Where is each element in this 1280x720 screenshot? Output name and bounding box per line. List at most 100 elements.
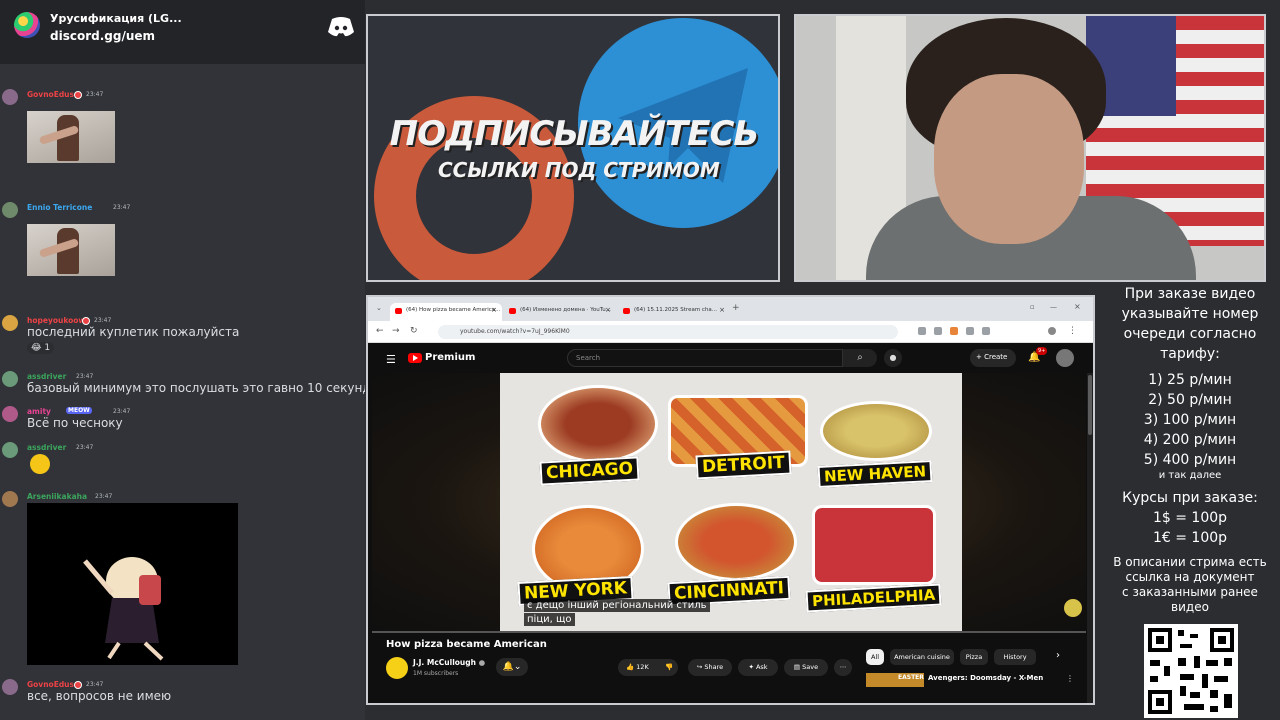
browser-tab[interactable]: (64) How pizza became America... × — [390, 303, 502, 321]
stream-layout: Урусификация (LG... discord.gg/uem Govno… — [0, 0, 1280, 720]
message-text: последний куплетик пожалуйста — [27, 325, 240, 339]
share-button[interactable]: ↪ Share — [688, 659, 732, 676]
filter-chip[interactable]: History — [994, 649, 1036, 665]
scrollbar-thumb[interactable] — [1088, 375, 1092, 435]
chat-message[interactable]: assdriver 23:47 — [0, 442, 365, 478]
tab-list-icon[interactable]: ⌄ — [376, 304, 382, 312]
ask-button[interactable]: ✦ Ask — [738, 659, 778, 676]
timestamp: 23:47 — [94, 317, 112, 324]
close-window-icon[interactable]: × — [1074, 302, 1081, 311]
recommended-title[interactable]: Avengers: Doomsday - X-Men — [928, 674, 1043, 682]
extension-icon[interactable] — [934, 327, 942, 335]
user-avatar[interactable] — [2, 406, 18, 422]
timestamp: 23:47 — [113, 408, 131, 415]
youtube-brand[interactable]: Premium — [425, 352, 475, 363]
extension-icon[interactable] — [966, 327, 974, 335]
profile-icon[interactable] — [1048, 327, 1056, 335]
close-tab-icon[interactable]: × — [605, 306, 611, 314]
notification-count: 9+ — [1036, 347, 1048, 355]
username[interactable]: GovnoEdus — [27, 680, 74, 689]
extension-icon[interactable] — [950, 327, 958, 335]
user-avatar[interactable] — [2, 491, 18, 507]
attached-video-thumbnail[interactable] — [27, 111, 115, 163]
user-avatar[interactable] — [2, 442, 18, 458]
close-tab-icon[interactable]: × — [491, 306, 497, 314]
qr-code-icon — [1144, 624, 1238, 718]
channel-avatar[interactable] — [386, 657, 408, 679]
channel-name[interactable]: J.J. McCullough ● — [413, 658, 485, 667]
youtube-logo-icon[interactable] — [408, 353, 422, 363]
browser-tab[interactable]: (64) Изменено домена · YouTu... × — [504, 303, 616, 321]
chat-message[interactable]: hopeyoukoow 23:47 последний куплетик пож… — [0, 315, 365, 361]
chat-message[interactable]: Ennio Terricone 23:47 — [0, 202, 365, 286]
microphone-icon[interactable]: ● — [884, 349, 902, 367]
maximize-icon[interactable]: — — [1050, 303, 1057, 311]
streamer-face — [934, 74, 1084, 244]
username[interactable]: GovnoEdus — [27, 90, 74, 99]
attached-video-thumbnail[interactable] — [27, 224, 115, 276]
youtube-favicon-icon — [509, 308, 516, 314]
dislike-icon[interactable]: 👎 — [660, 659, 678, 676]
anime-dance-gif[interactable] — [27, 503, 238, 665]
subtitle-line: піци, що — [524, 613, 575, 626]
ask-label: Ask — [755, 663, 768, 671]
back-icon[interactable]: ← — [376, 326, 384, 336]
user-avatar[interactable] — [2, 202, 18, 218]
filter-chip[interactable]: American cuisine — [890, 649, 954, 665]
chevron-right-icon[interactable]: › — [1056, 650, 1060, 661]
menu-icon[interactable]: ☰ — [386, 353, 396, 366]
pizza-image — [675, 503, 797, 581]
username[interactable]: amity — [27, 407, 51, 416]
filter-chip-all[interactable]: All — [866, 649, 884, 665]
chat-message[interactable]: amity MEOW 23:47 Всё по чесноку — [0, 406, 365, 432]
new-tab-icon[interactable]: + — [732, 303, 740, 313]
username[interactable]: Arseniikakaha — [27, 492, 87, 501]
order-info-panel: При заказе видео указывайте номер очеред… — [1100, 284, 1280, 615]
reload-icon[interactable]: ↻ — [410, 326, 418, 336]
username[interactable]: hopeyoukoow — [27, 316, 85, 325]
forward-icon[interactable]: → — [392, 326, 400, 336]
browser-menu-icon[interactable]: ⋮ — [1068, 326, 1077, 336]
server-header[interactable]: Урусификация (LG... discord.gg/uem — [0, 0, 365, 64]
filter-chip[interactable]: Pizza — [960, 649, 988, 665]
username[interactable]: assdriver — [27, 443, 66, 452]
video-player[interactable]: CHICAGO DETROIT NEW HAVEN NEW YORK CINCI… — [372, 373, 1086, 631]
video-progress-bar[interactable] — [372, 631, 1086, 633]
shocked-emoji-icon — [30, 454, 50, 474]
search-input[interactable]: Search — [567, 349, 843, 367]
subscribe-banner: ПОДПИСЫВАЙТЕСЬ ССЫЛКИ ПОД СТРИМОМ — [366, 14, 780, 282]
close-tab-icon[interactable]: × — [719, 306, 725, 314]
server-invite-link[interactable]: discord.gg/uem — [50, 29, 155, 43]
more-options-icon[interactable]: ⋮ — [1066, 674, 1074, 683]
search-icon[interactable]: ⌕ — [843, 349, 877, 367]
user-avatar[interactable] — [2, 371, 18, 387]
chat-message[interactable]: GovnoEdus 23:47 все, вопросов не имею — [0, 679, 365, 709]
extension-icon[interactable] — [918, 327, 926, 335]
chat-message[interactable]: Arseniikakaha 23:47 — [0, 491, 365, 671]
username[interactable]: Ennio Terricone — [27, 203, 92, 212]
reaction-button[interactable]: 😂 1 — [27, 342, 55, 354]
user-avatar[interactable] — [2, 89, 18, 105]
chat-message[interactable]: GovnoEdus 23:47 — [0, 89, 365, 173]
more-actions-icon[interactable]: ⋯ — [834, 659, 852, 676]
pizza-label: CHICAGO — [539, 456, 640, 486]
user-avatar[interactable] — [2, 679, 18, 695]
subscribed-bell-button[interactable]: 🔔⌄ — [496, 658, 528, 676]
account-avatar[interactable] — [1056, 349, 1074, 367]
chat-message[interactable]: assdriver 23:47 базовый минимум это посл… — [0, 371, 365, 401]
save-button[interactable]: ▤ Save — [784, 659, 828, 676]
webcam-feed — [794, 14, 1266, 282]
url-field[interactable]: youtube.com/watch?v=7uJ_996KlM0 — [438, 325, 898, 339]
recommended-thumbnail[interactable]: EASTER — [866, 673, 924, 687]
info-line: тарифу: — [1160, 346, 1220, 362]
tariff-line: 2) 50 р/мин — [1148, 392, 1232, 408]
role-badge-icon — [74, 91, 82, 99]
username[interactable]: assdriver — [27, 372, 66, 381]
browser-tab[interactable]: (64) 15.11.2025 Stream cha... × — [618, 303, 730, 321]
user-avatar[interactable] — [2, 315, 18, 331]
minimize-icon[interactable]: ▫ — [1030, 303, 1035, 311]
extension-icon[interactable] — [982, 327, 990, 335]
youtube-favicon-icon — [623, 308, 630, 314]
create-button[interactable]: + Create — [970, 349, 1016, 367]
channel-watermark-icon[interactable] — [1064, 599, 1082, 617]
